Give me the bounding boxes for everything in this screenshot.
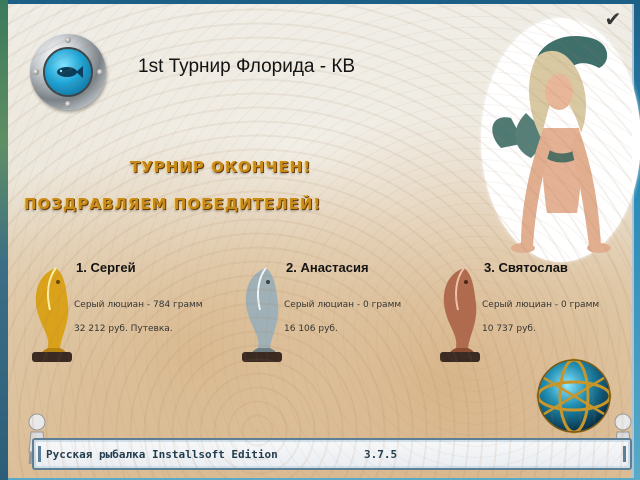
tournament-title: 1st Турнир Флорида - КВ (138, 56, 356, 77)
net-globe-icon[interactable] (534, 356, 614, 436)
silver-fish-trophy-icon (242, 267, 282, 362)
bolt-icon (97, 69, 103, 75)
status-bar-text: Русская рыбалка Installsoft Edition (46, 448, 278, 461)
congratulations-banner: ПОЗДРАВЛЯЕМ ПОБЕДИТЕЛЕЙ! (24, 195, 322, 213)
winner-prize: 32 212 руб. Путевка. (74, 324, 173, 334)
mermaid-image (481, 18, 640, 262)
gold-fish-trophy-icon (32, 267, 72, 362)
tournament-over-banner: ТУРНИР ОКОНЧЕН! (130, 158, 312, 176)
winner-catch: Серый люциан - 784 грамм (74, 300, 203, 310)
winner-prize: 16 106 руб. (284, 324, 338, 334)
winner-prize: 10 737 руб. (482, 324, 536, 334)
tournament-results-panel: ✔ 1st Турнир Флорида - КВ ТУРНИР ОКОНЧЕН… (8, 4, 640, 478)
bolt-icon (65, 37, 71, 43)
porthole-fish-icon (30, 34, 106, 110)
bolt-icon (65, 101, 71, 107)
background-strip (0, 0, 8, 480)
winner-name: 3. Святослав (484, 260, 568, 275)
winner-3: 3. Святослав Серый люциан - 0 грамм 10 7… (434, 258, 634, 368)
winner-name: 2. Анастасия (286, 260, 369, 275)
bolt-icon (33, 69, 39, 75)
winner-catch: Серый люциан - 0 грамм (482, 300, 600, 310)
bronze-fish-trophy-icon (440, 267, 480, 362)
status-bar: Русская рыбалка Installsoft Edition 3.7.… (32, 438, 632, 470)
winner-name: 1. Сергей (76, 260, 136, 275)
status-bar-edge (38, 446, 41, 462)
fish-icon (57, 66, 83, 78)
porthole-glass (43, 47, 93, 97)
mermaid-illustration (492, 36, 611, 253)
winner-catch: Серый люциан - 0 грамм (284, 300, 402, 310)
status-bar-edge (623, 446, 626, 462)
winner-2: 2. Анастасия Серый люциан - 0 грамм 16 1… (236, 258, 436, 368)
winner-1: 1. Сергей Серый люциан - 784 грамм 32 21… (26, 258, 226, 368)
version-label: 3.7.5 (364, 448, 398, 461)
